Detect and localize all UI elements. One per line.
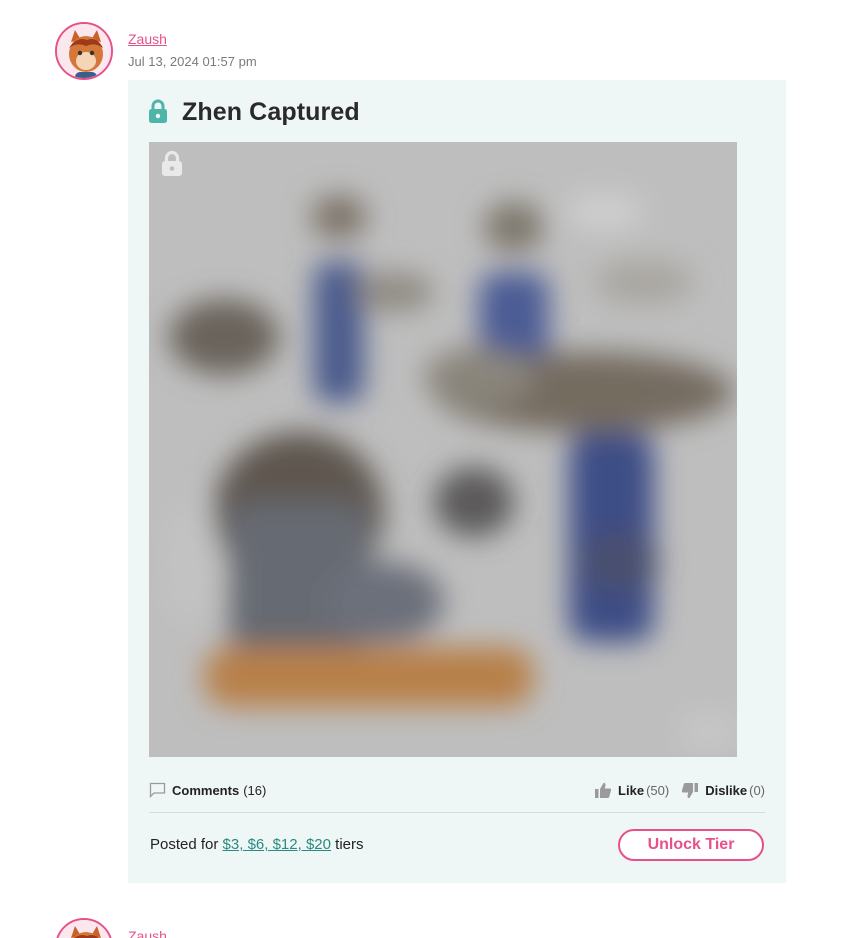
thumbs-down-icon (682, 783, 699, 799)
reactions: Like (50) Dislike (0) (582, 782, 765, 799)
post-card: Zhen Captured Comments (16) Like (50) Di… (128, 80, 786, 883)
comments-button[interactable]: Comments (16) (149, 782, 266, 798)
post-actions: Comments (16) Like (50) Dislike (0) (149, 780, 765, 804)
author-link[interactable]: Zaush (128, 31, 167, 47)
dislike-label: Dislike (705, 783, 748, 798)
thumbs-up-icon (595, 782, 612, 798)
posted-for-text: Posted for $3, $6, $12, $20 tiers (150, 836, 364, 853)
lock-icon (162, 150, 182, 176)
post-date: Jul 13, 2024 01:57 pm (128, 54, 257, 69)
dislike-count: (0) (749, 783, 765, 798)
avatar-image (57, 24, 111, 78)
like-button[interactable]: Like (50) (594, 782, 669, 799)
author-link[interactable]: Zaush (128, 928, 167, 938)
like-count: (50) (646, 783, 670, 798)
like-label: Like (618, 783, 645, 798)
locked-media-preview[interactable] (149, 142, 737, 757)
tiers-link[interactable]: $3, $6, $12, $20 (223, 836, 331, 853)
unlock-tier-button[interactable]: Unlock Tier (618, 829, 764, 861)
lock-icon (149, 99, 167, 123)
avatar[interactable] (55, 22, 113, 80)
avatar[interactable] (55, 918, 113, 938)
next-post: Zaush (0, 916, 844, 938)
posted-prefix: Posted for (150, 836, 219, 853)
avatar-image (57, 920, 111, 938)
post-title: Zhen Captured (182, 97, 360, 126)
title-row: Zhen Captured (148, 96, 360, 128)
divider (149, 812, 765, 813)
blurred-image (149, 142, 737, 757)
comment-icon (149, 782, 166, 798)
comments-label: Comments (172, 782, 240, 798)
posted-suffix: tiers (335, 836, 364, 853)
dislike-button[interactable]: Dislike (0) (681, 782, 765, 799)
comments-count: (16) (243, 782, 267, 798)
